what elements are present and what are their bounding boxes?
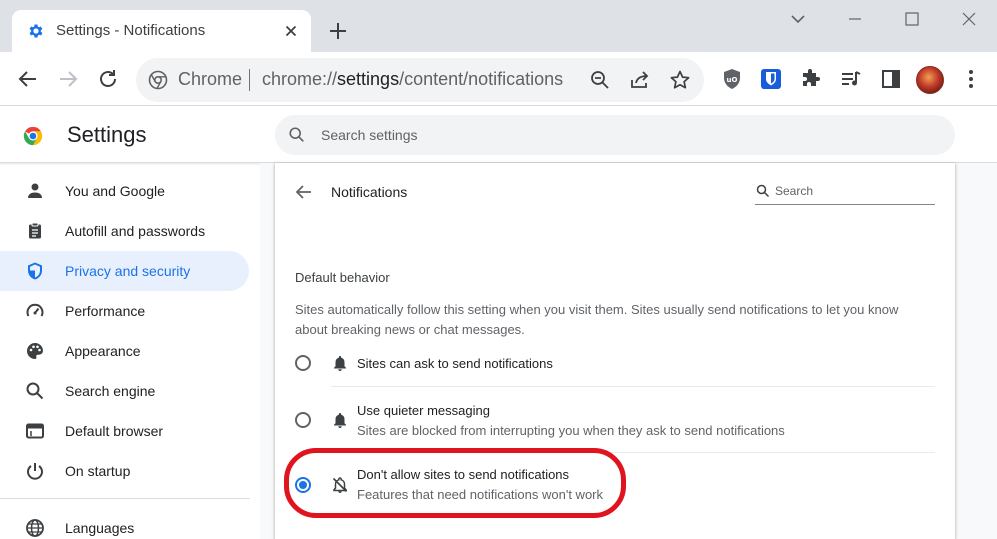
search-icon [289, 127, 304, 142]
back-arrow-icon[interactable] [16, 67, 40, 91]
sidebar-item-label: You and Google [65, 183, 165, 199]
more-menu-icon[interactable] [959, 67, 983, 91]
sidebar-item-performance[interactable]: Performance [0, 291, 249, 331]
back-arrow-icon[interactable] [293, 181, 315, 203]
url-path-main: settings [337, 69, 400, 89]
search-icon [756, 184, 770, 198]
bookmark-star-icon[interactable] [668, 68, 692, 92]
site-label: Chrome [178, 69, 243, 89]
option-dont-allow[interactable]: Don't allow sites to send notifications … [275, 463, 955, 513]
sidebar-item-label: Languages [65, 520, 135, 536]
option-label: Sites can ask to send notifications [357, 356, 553, 371]
search-icon [26, 382, 44, 400]
minimize-icon[interactable] [844, 8, 866, 30]
radio-button[interactable] [295, 412, 311, 428]
page-title: Notifications [331, 184, 408, 200]
option-sites-can-ask[interactable]: Sites can ask to send notifications [275, 349, 955, 389]
settings-sidebar: You and Google Autofill and passwords Pr… [0, 163, 260, 539]
chrome-logo-icon [23, 126, 43, 146]
new-tab-plus-icon[interactable] [327, 20, 349, 42]
forward-arrow-icon[interactable] [56, 67, 80, 91]
profile-avatar[interactable] [916, 66, 944, 94]
browser-window-icon [26, 423, 44, 439]
media-queue-icon[interactable] [839, 67, 863, 91]
bell-icon [334, 356, 346, 371]
sidebar-item-autofill[interactable]: Autofill and passwords [0, 211, 249, 251]
speedometer-icon [26, 303, 44, 317]
window-close-icon[interactable] [958, 8, 980, 30]
sidebar-item-label: Autofill and passwords [65, 223, 206, 239]
sidebar-item-languages[interactable]: Languages [0, 508, 249, 539]
radio-button-checked[interactable] [295, 477, 311, 493]
omnibox-separator [249, 69, 250, 91]
page-search-placeholder: Search [775, 184, 814, 198]
option-quieter-messaging[interactable]: Use quieter messaging Sites are blocked … [275, 397, 955, 451]
option-divider [331, 452, 935, 453]
power-icon [27, 463, 43, 480]
section-title: Default behavior [295, 270, 390, 285]
reload-icon[interactable] [96, 67, 120, 91]
url-host: chrome:// [262, 69, 338, 89]
radio-button[interactable] [295, 355, 311, 371]
sidebar-item-privacy-and-security[interactable]: Privacy and security [0, 251, 249, 291]
sidebar-item-on-startup[interactable]: On startup [0, 451, 249, 491]
settings-title: Settings [67, 122, 147, 147]
sidebar-item-default-browser[interactable]: Default browser [0, 411, 249, 451]
active-tab[interactable]: Settings - Notifications [12, 10, 311, 52]
globe-icon [26, 519, 44, 537]
sidebar-item-search-engine[interactable]: Search engine [0, 371, 249, 411]
palette-icon [27, 343, 43, 359]
sidebar-divider [0, 498, 250, 499]
url-text[interactable]: chrome://settings/content/notifications [262, 69, 563, 90]
option-divider [331, 386, 935, 387]
url-path-rest: /content/notifications [399, 69, 564, 89]
share-icon[interactable] [628, 68, 652, 92]
option-sublabel: Sites are blocked from interrupting you … [357, 423, 785, 438]
search-settings-input[interactable]: Search settings [275, 115, 955, 155]
bitwarden-icon[interactable] [759, 67, 783, 91]
bell-icon [334, 413, 346, 428]
sidebar-item-label: Default browser [65, 423, 164, 439]
sidebar-item-you-and-google[interactable]: You and Google [0, 171, 249, 211]
sidebar-item-appearance[interactable]: Appearance [0, 331, 249, 371]
sidebar-item-label: Privacy and security [65, 263, 191, 279]
page-search-input[interactable]: Search [755, 181, 935, 205]
clipboard-icon [29, 222, 41, 239]
shield-icon [28, 262, 42, 280]
extensions-puzzle-icon[interactable] [799, 67, 823, 91]
bell-off-icon [332, 477, 348, 493]
side-panel-icon[interactable] [879, 67, 903, 91]
address-bar[interactable]: Chrome chrome://settings/content/notific… [136, 58, 704, 102]
ublock-origin-icon[interactable]: uO [720, 67, 744, 91]
close-tab-icon[interactable] [281, 21, 301, 41]
option-sublabel: Features that need notifications won't w… [357, 487, 604, 502]
option-label: Don't allow sites to send notifications [357, 467, 570, 482]
person-icon [28, 183, 42, 198]
zoom-icon[interactable] [588, 68, 612, 92]
maximize-icon[interactable] [901, 8, 923, 30]
chrome-site-icon [148, 70, 168, 90]
browser-toolbar: Chrome chrome://settings/content/notific… [0, 52, 997, 106]
tab-title: Settings - Notifications [56, 22, 206, 39]
settings-header: Settings Search settings [0, 106, 997, 163]
sidebar-item-label: On startup [65, 463, 131, 479]
tab-search-chevron-icon[interactable] [787, 8, 809, 30]
sidebar-item-label: Performance [65, 303, 146, 319]
sidebar-item-label: Search engine [65, 383, 156, 399]
gear-icon [29, 24, 43, 38]
tab-strip: Settings - Notifications [0, 0, 997, 52]
section-description: Sites automatically follow this setting … [295, 302, 899, 337]
notifications-card: Notifications Search Default behavior Si… [275, 163, 955, 539]
sidebar-item-label: Appearance [65, 343, 141, 359]
search-placeholder: Search settings [321, 127, 418, 143]
svg-text:uO: uO [727, 76, 738, 84]
option-label: Use quieter messaging [357, 403, 490, 418]
